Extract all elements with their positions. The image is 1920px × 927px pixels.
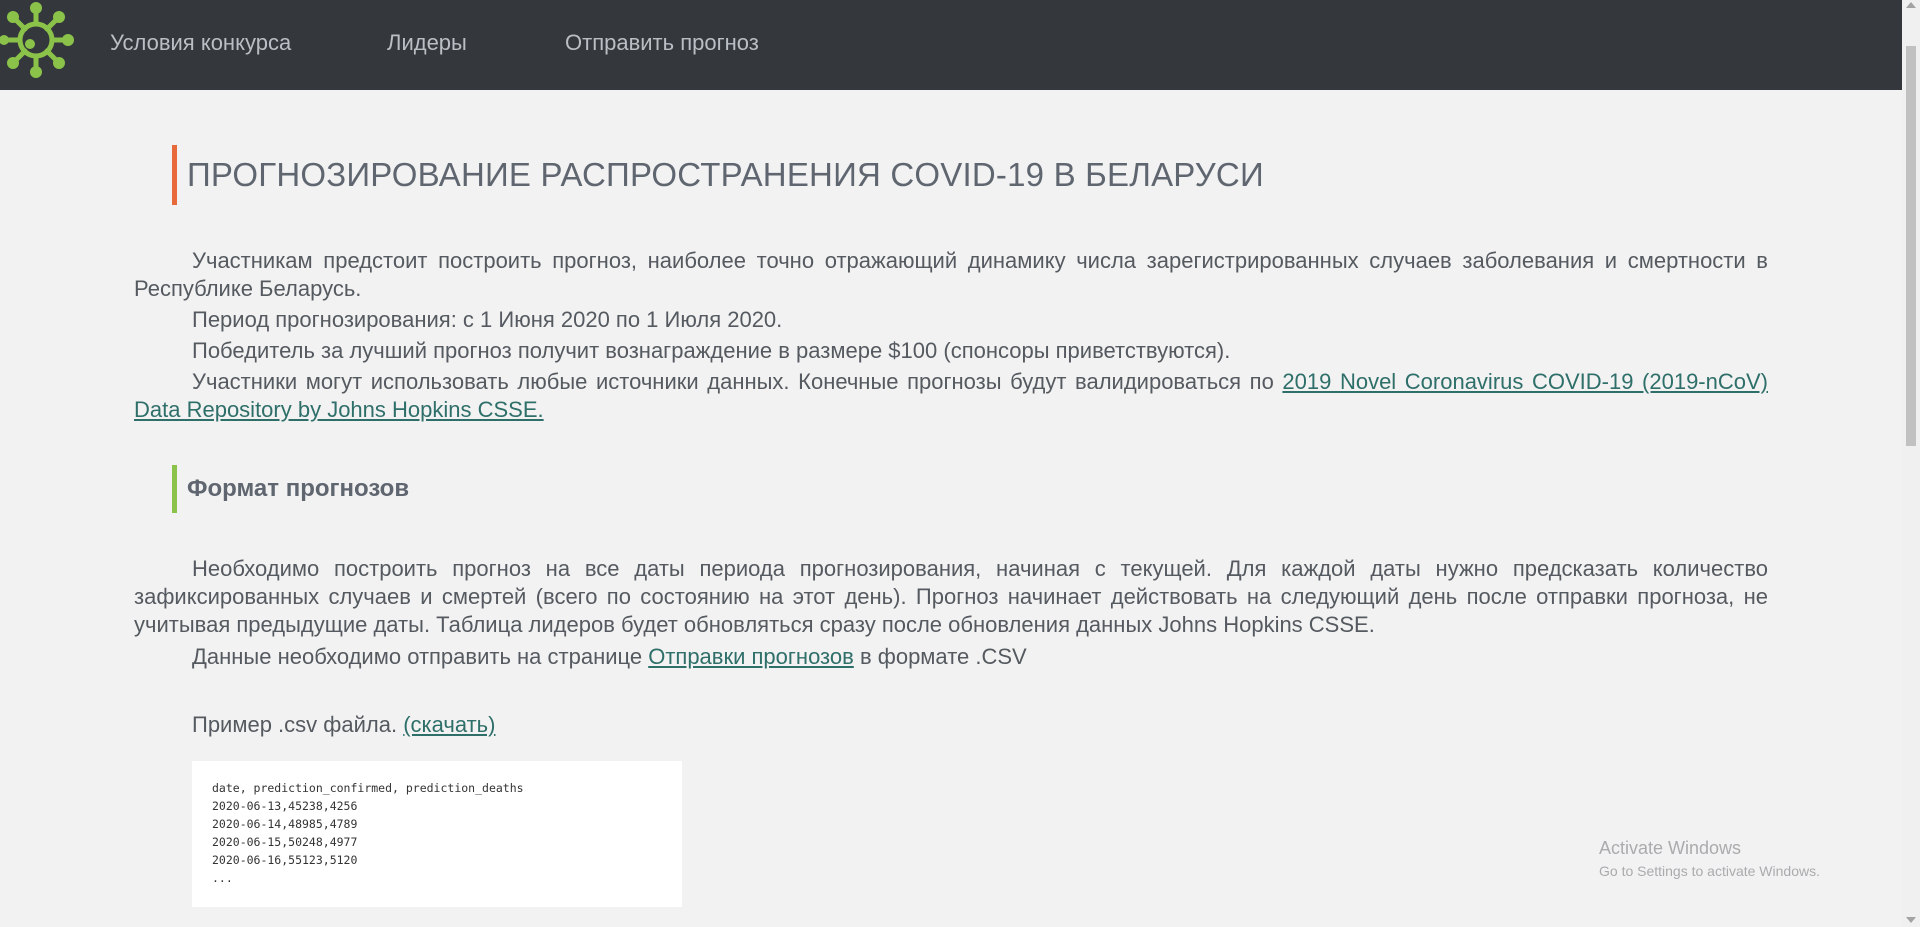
page-title: ПРОГНОЗИРОВАНИЕ РАСПРОСТРАНЕНИЯ COVID-19… [187, 156, 1264, 193]
windows-activation-watermark: Activate Windows Go to Settings to activ… [1599, 838, 1820, 879]
format-paragraph-submit: Данные необходимо отправить на странице … [134, 643, 1768, 671]
format-paragraph-1: Необходимо построить прогноз на все даты… [134, 556, 1768, 637]
download-csv-link[interactable]: (скачать) [403, 712, 495, 737]
csv-example-codebox: date, prediction_confirmed, prediction_d… [192, 761, 682, 907]
scroll-down-icon[interactable] [1906, 917, 1916, 923]
csv-example-text: Пример .csv файла. [192, 712, 404, 737]
submit-text-after: в формате .CSV [853, 644, 1027, 669]
nav-link-leaders[interactable]: Лидеры [387, 30, 467, 56]
page-title-block: ПРОГНОЗИРОВАНИЕ РАСПРОСТРАНЕНИЯ COVID-19… [172, 145, 1264, 205]
intro-paragraph-prize: Победитель за лучший прогноз получит воз… [192, 338, 1231, 363]
nav-link-contest-terms[interactable]: Условия конкурса [110, 30, 291, 56]
submit-page-link[interactable]: Отправки прогнозов [648, 644, 854, 669]
intro-paragraph-sources: Участники могут использовать любые источ… [134, 368, 1768, 424]
watermark-subtitle: Go to Settings to activate Windows. [1599, 863, 1820, 879]
vertical-scrollbar[interactable] [1902, 0, 1920, 927]
scroll-up-icon[interactable] [1906, 2, 1916, 8]
format-heading: Формат прогнозов [187, 475, 410, 502]
csv-example-line: Пример .csv файла. (скачать) [192, 712, 495, 738]
top-navbar: Условия конкурса Лидеры Отправить прогно… [0, 0, 1902, 90]
intro-paragraph-period: Период прогнозирования: с 1 Июня 2020 по… [192, 307, 783, 332]
page: Условия конкурса Лидеры Отправить прогно… [0, 0, 1920, 927]
sources-text: Участники могут использовать любые источ… [192, 369, 1283, 394]
scrollbar-thumb[interactable] [1906, 46, 1916, 446]
format-section: Необходимо построить прогноз на все даты… [134, 555, 1768, 671]
submit-text-before: Данные необходимо отправить на странице [192, 644, 649, 669]
intro-paragraph-1: Участникам предстоит построить прогноз, … [134, 248, 1768, 301]
intro-section: Участникам предстоит построить прогноз, … [134, 247, 1768, 424]
csv-example-code: date, prediction_confirmed, prediction_d… [212, 781, 524, 885]
nav-link-submit-forecast[interactable]: Отправить прогноз [565, 30, 759, 56]
format-heading-block: Формат прогнозов [172, 465, 409, 513]
virus-logo-icon[interactable] [0, 0, 76, 80]
watermark-title: Activate Windows [1599, 838, 1742, 858]
